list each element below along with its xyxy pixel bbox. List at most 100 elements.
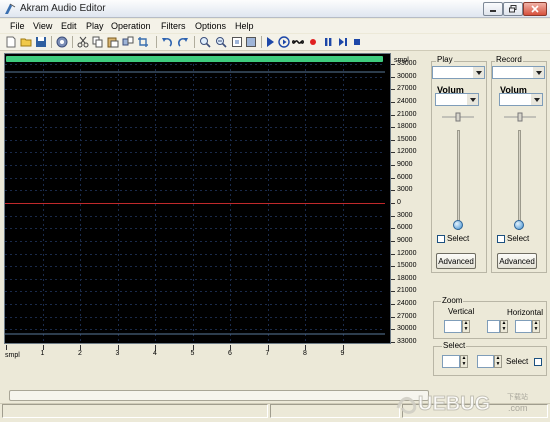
menu-play[interactable]: Play (86, 21, 104, 31)
save-icon[interactable] (34, 35, 48, 49)
close-button[interactable] (523, 2, 547, 16)
record-group-label: Record (495, 55, 523, 64)
zoom-vertical-stepper[interactable]: ▲ ▼ (462, 320, 470, 333)
restore-icon (509, 5, 517, 13)
y-tick-mark (391, 152, 395, 154)
y-tick-mark (391, 89, 395, 91)
record-select-checkbox[interactable] (497, 235, 505, 243)
select-start-input[interactable] (442, 355, 460, 368)
record-advanced-button[interactable]: Advanced (497, 253, 537, 269)
y-tick-label: 24000 (397, 300, 417, 308)
toolbar-separator (156, 36, 157, 48)
status-pane-2 (270, 404, 400, 418)
menu-view[interactable]: View (33, 21, 52, 31)
record-volume-slider-thumb[interactable] (514, 220, 524, 230)
zoom-vertical-input[interactable] (444, 320, 462, 333)
play-icon[interactable] (263, 35, 277, 49)
loop-icon[interactable] (291, 35, 305, 49)
select-end-input[interactable] (477, 355, 494, 368)
x-tick-label: 1 (40, 350, 45, 357)
zoom-horizontal-stepper-1[interactable]: ▲ ▼ (500, 320, 508, 333)
menu-filters[interactable]: Filters (161, 21, 186, 31)
play-volume-slider-track[interactable] (457, 130, 460, 230)
play-volume-slider-thumb[interactable] (453, 220, 463, 230)
x-axis-ruler (4, 344, 391, 358)
x-tick-label: 4 (153, 350, 157, 357)
zoom-full-icon[interactable] (244, 35, 258, 49)
crop-icon[interactable] (136, 35, 150, 49)
pause-icon[interactable] (321, 35, 335, 49)
menu-edit[interactable]: Edit (61, 21, 77, 31)
select-end-stepper[interactable]: ▲ ▼ (494, 355, 502, 368)
toolbar-separator (194, 36, 195, 48)
y-tick-mark (391, 190, 395, 192)
cut-icon[interactable] (76, 35, 90, 49)
toolbar-separator (261, 36, 262, 48)
record-balance-slider[interactable] (502, 112, 538, 122)
minimize-button[interactable] (483, 2, 503, 16)
play-device-select[interactable] (432, 66, 485, 79)
zoom-horizontal-input-2[interactable] (515, 320, 532, 333)
menu-file[interactable]: File (10, 21, 25, 31)
y-tick-label: 18000 (397, 274, 417, 282)
select-start-stepper[interactable]: ▲ ▼ (460, 355, 468, 368)
record-volume-source-select[interactable] (499, 93, 543, 106)
x-axis-unit: smpl (5, 352, 20, 359)
y-tick-label: 24000 (397, 97, 417, 105)
horizontal-scrollbar[interactable] (9, 390, 429, 401)
y-tick-mark (391, 240, 395, 242)
zoom-horizontal-input-1[interactable] (487, 320, 500, 333)
zoom-group-label: Zoom (441, 296, 464, 305)
zoom-in-icon[interactable] (198, 35, 212, 49)
y-tick-mark (391, 203, 395, 204)
copy-icon[interactable] (91, 35, 105, 49)
zoom-horizontal-label: Horizontal (507, 308, 544, 317)
zoom-selection-icon[interactable] (230, 35, 244, 49)
y-tick-mark (391, 266, 395, 268)
zoom-horizontal-stepper-2[interactable]: ▲ ▼ (532, 320, 540, 333)
record-icon[interactable] (306, 35, 320, 49)
play-advanced-button[interactable]: Advanced (436, 253, 476, 269)
play-looped-icon[interactable] (277, 35, 291, 49)
open-folder-icon[interactable] (19, 35, 33, 49)
x-tick-label: 5 (190, 350, 195, 357)
watermark-sub: 下载站 (507, 392, 528, 401)
stop-icon[interactable] (350, 35, 364, 49)
menu-operation[interactable]: Operation (111, 21, 151, 31)
y-tick-label: 33000 (397, 60, 417, 67)
watermark-domain: .com (508, 403, 528, 413)
play-volume-source-select[interactable] (435, 93, 479, 106)
y-tick-mark (391, 228, 395, 230)
x-tick-label: 2 (78, 350, 82, 357)
y-tick-label: 0 (397, 199, 401, 206)
zoom-out-icon[interactable] (214, 35, 228, 49)
menu-help[interactable]: Help (235, 21, 254, 31)
y-tick-label: 9000 (397, 236, 413, 244)
y-tick-label: 27000 (397, 312, 417, 320)
chevron-down-icon (533, 67, 544, 78)
menu-options[interactable]: Options (195, 21, 226, 31)
play-select-checkbox[interactable] (437, 235, 445, 243)
y-tick-mark (391, 114, 395, 116)
select-checkbox[interactable] (534, 358, 542, 366)
restore-button[interactable] (503, 2, 523, 16)
select-group-label: Select (442, 341, 467, 350)
y-tick-mark (391, 253, 395, 255)
title-bar: Akram Audio Editor (0, 0, 550, 18)
paste-icon[interactable] (106, 35, 120, 49)
play-to-end-icon[interactable] (336, 35, 350, 49)
chevron-down-icon (473, 67, 484, 78)
redo-icon[interactable] (176, 35, 190, 49)
record-settings-icon[interactable] (55, 35, 69, 49)
waveform-overview-bar[interactable] (6, 56, 383, 62)
x-tick-label: 3 (115, 350, 120, 357)
status-pane-1 (2, 404, 268, 418)
y-tick-mark (391, 101, 395, 103)
record-device-select[interactable] (492, 66, 545, 79)
balance-slider[interactable] (440, 112, 476, 122)
watermark-logo: UEBUG 下载站 .com (396, 392, 528, 416)
mix-paste-icon[interactable] (121, 35, 135, 49)
undo-icon[interactable] (160, 35, 174, 49)
new-file-icon[interactable] (4, 35, 18, 49)
record-volume-slider-track[interactable] (518, 130, 521, 230)
